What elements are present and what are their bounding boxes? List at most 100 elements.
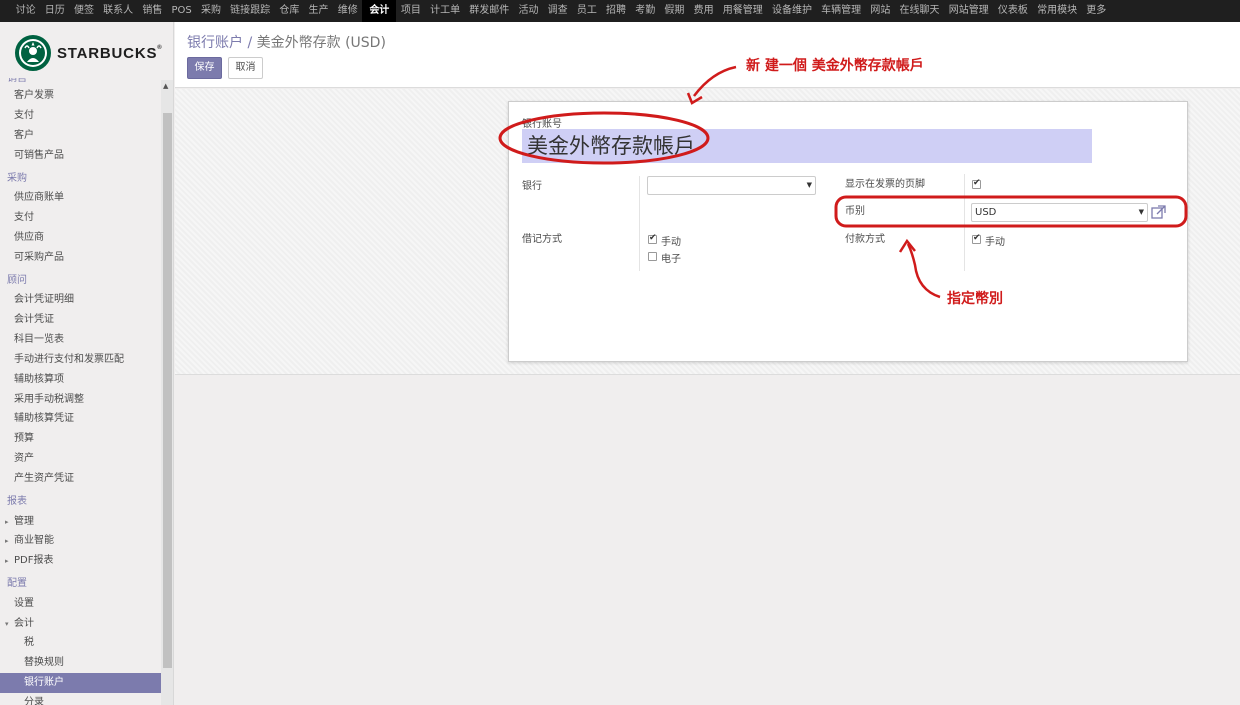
breadcrumb-separator: / <box>247 35 253 51</box>
posting-electronic-checkbox[interactable] <box>648 252 657 261</box>
chevron-down-icon: ▼ <box>806 181 812 189</box>
topnav-item[interactable]: 费用 <box>689 0 718 22</box>
topnav-item[interactable]: 维修 <box>333 0 362 22</box>
sidebar-item[interactable]: 辅助核算项 <box>0 370 161 390</box>
topnav-item[interactable]: 销售 <box>138 0 167 22</box>
sidebar-item[interactable]: 客户 <box>0 126 161 146</box>
sidebar-item[interactable]: 会计凭证 <box>0 310 161 330</box>
sidebar-item[interactable]: 供应商 <box>0 228 161 248</box>
sidebar-menu: 销售 客户发票 支付 客户 可销售产品 采购 供应商账单 支付 供应商 可采购产品 顾问 会计凭证明… <box>0 78 161 705</box>
sidebar-group-header: 报表 <box>7 496 27 508</box>
topnav-item[interactable]: 仓库 <box>275 0 304 22</box>
sidebar-item[interactable]: 可销售产品 <box>0 146 161 166</box>
topnav-item[interactable]: 群发邮件 <box>465 0 514 22</box>
topnav-item[interactable]: 链接跟踪 <box>226 0 275 22</box>
breadcrumb-parent-link[interactable]: 银行账户 <box>187 35 243 51</box>
sidebar-item[interactable]: 产生资产凭证 <box>0 469 161 489</box>
topnav-item[interactable]: 假期 <box>660 0 689 22</box>
currency-label: 币别 <box>845 206 865 217</box>
topnav-item[interactable]: 联系人 <box>99 0 138 22</box>
payment-method-label: 付款方式 <box>845 234 885 245</box>
sidebar-group-header: 配置 <box>7 578 27 590</box>
logo-text: STARBUCKS® <box>57 44 163 62</box>
column-divider-left <box>639 176 640 271</box>
sidebar-item[interactable]: 银行账户 <box>0 673 161 694</box>
topnav-item[interactable]: 常用模块 <box>1033 0 1082 22</box>
topnav-item[interactable]: 日历 <box>40 0 69 22</box>
top-navbar: 讨论 日历 便签 联系人 销售 POS 采购 链接跟踪 仓库 生产 维修 会计 项目 计工单 群发邮件 活动调… <box>0 0 1240 22</box>
topnav-item[interactable]: 设备维护 <box>767 0 816 22</box>
bank-select[interactable]: ▼ <box>647 176 816 195</box>
starbucks-siren-icon <box>15 35 51 71</box>
external-link-icon[interactable] <box>1151 205 1166 220</box>
topnav-item[interactable]: 更多 <box>1082 0 1111 22</box>
posting-method-label: 借记方式 <box>522 234 562 245</box>
sidebar-item[interactable]: 手动进行支付和发票匹配 <box>0 350 161 370</box>
topnav-item[interactable]: 调查 <box>543 0 572 22</box>
topnav-item[interactable]: 网站管理 <box>944 0 993 22</box>
sidebar-item[interactable]: 预算 <box>0 429 161 449</box>
sidebar-item[interactable]: 采用手动税调整 <box>0 390 161 410</box>
save-button[interactable]: 保存 <box>187 57 222 79</box>
topnav-item[interactable]: 用餐管理 <box>718 0 767 22</box>
sidebar-item[interactable]: 设置 <box>0 594 161 614</box>
sidebar-item[interactable]: 税 <box>0 633 161 653</box>
topnav-item[interactable]: 计工单 <box>426 0 465 22</box>
topnav-item[interactable]: 会计 <box>362 0 397 22</box>
topnav-item[interactable]: POS <box>167 0 196 22</box>
sidebar-scrollbar[interactable]: ▲ <box>161 80 173 705</box>
topnav-item[interactable]: 生产 <box>304 0 333 22</box>
topnav-item[interactable]: 招聘 <box>601 0 630 22</box>
topnav-item[interactable]: 讨论 <box>11 0 40 22</box>
topnav-item[interactable]: 网站 <box>866 0 895 22</box>
sidebar-item[interactable]: ▸ PDF报表 <box>0 551 161 571</box>
sidebar-item[interactable]: 分录 <box>0 693 161 705</box>
form-sheet: 银行账号 美金外幣存款帳戶 银行 ▼ 借记方式 手动 电子 显示在发票的页脚 币… <box>508 101 1188 362</box>
topnav-item[interactable]: 活动 <box>514 0 543 22</box>
topnav-item[interactable]: 考勤 <box>631 0 660 22</box>
sidebar-group-header: 顾问 <box>7 274 27 286</box>
breadcrumb-current: 美金外幣存款 (USD) <box>256 35 386 51</box>
caret-right-icon: ▸ <box>5 517 9 526</box>
content-empty-area <box>175 376 1240 705</box>
cancel-button[interactable]: 取消 <box>228 57 263 79</box>
sidebar-item[interactable]: 可采购产品 <box>0 248 161 268</box>
topnav-item[interactable]: 在线聊天 <box>895 0 944 22</box>
account-number-input[interactable]: 美金外幣存款帳戶 <box>522 129 1092 163</box>
sidebar-item[interactable]: ▸ 管理 <box>0 512 161 532</box>
show-on-invoice-footer-checkbox[interactable] <box>972 178 981 189</box>
sidebar-item[interactable]: 辅助核算凭证 <box>0 409 161 429</box>
sidebar: STARBUCKS® 销售 客户发票 支付 客户 可销售产品 采购 供应商账单 支付 供应商可… <box>0 22 174 705</box>
posting-electronic-label: 电子 <box>661 254 681 265</box>
sidebar-item[interactable]: 客户发票 <box>0 86 161 106</box>
sidebar-item[interactable]: 会计凭证明细 <box>0 290 161 310</box>
sidebar-item-label: PDF报表 <box>14 555 54 567</box>
posting-manual-label: 手动 <box>661 237 681 248</box>
topnav-item[interactable]: 便签 <box>69 0 98 22</box>
posting-manual-checkbox[interactable] <box>648 233 657 244</box>
currency-select[interactable]: USD ▼ <box>971 203 1148 222</box>
sidebar-item[interactable]: 资产 <box>0 449 161 469</box>
sidebar-item[interactable]: 支付 <box>0 208 161 228</box>
form-background: 银行账号 美金外幣存款帳戶 银行 ▼ 借记方式 手动 电子 显示在发票的页脚 币… <box>175 89 1240 375</box>
topnav-item[interactable]: 采购 <box>196 0 225 22</box>
sidebar-item[interactable]: ▸ 商业智能 <box>0 531 161 551</box>
topnav-item[interactable]: 车辆管理 <box>817 0 866 22</box>
company-logo[interactable]: STARBUCKS® <box>15 35 165 71</box>
topnav-item[interactable]: 员工 <box>572 0 601 22</box>
column-divider-right <box>964 174 965 271</box>
sidebar-item[interactable]: 支付 <box>0 106 161 126</box>
sidebar-group-header: 采购 <box>7 172 27 184</box>
annotation-currency-text: 指定幣別 <box>947 291 1003 307</box>
sidebar-item-label: 商业智能 <box>14 535 54 547</box>
sidebar-item[interactable]: ▾ 会计 <box>0 614 161 634</box>
topnav-item[interactable]: 仪表板 <box>993 0 1032 22</box>
scroll-up-icon[interactable]: ▲ <box>163 82 168 90</box>
scrollbar-thumb[interactable] <box>163 113 172 668</box>
breadcrumb: 银行账户 / 美金外幣存款 (USD) <box>187 32 386 52</box>
sidebar-item[interactable]: 替换规则 <box>0 653 161 673</box>
sidebar-item[interactable]: 供应商账单 <box>0 188 161 208</box>
sidebar-item[interactable]: 科目一览表 <box>0 330 161 350</box>
payment-manual-checkbox[interactable] <box>972 233 981 244</box>
topnav-item[interactable]: 项目 <box>396 0 425 22</box>
